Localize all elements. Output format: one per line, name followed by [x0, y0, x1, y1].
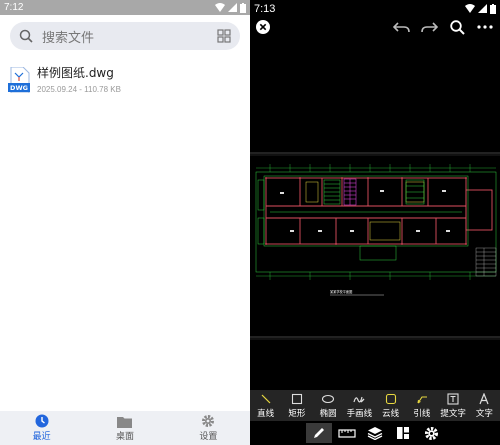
pen-button[interactable]	[306, 423, 332, 443]
nav-settings[interactable]: 设置	[167, 411, 250, 445]
file-browser-pane: 7:12 搜索文件 DWG 样例图纸.dwg 2025.09.24 - 110.…	[0, 0, 250, 445]
tool-extract-text-label: 提文字	[440, 408, 466, 419]
file-meta: 2025.09.24 - 110.78 KB	[37, 85, 121, 94]
tool-line-label: 直线	[257, 408, 275, 419]
annotation-toolbar: 直线 矩形 椭圆 手画线 云线 引线 提文字 文字	[250, 390, 500, 421]
redo-button[interactable]	[419, 17, 439, 37]
text-icon	[479, 392, 489, 404]
redo-icon	[421, 22, 438, 33]
tool-text[interactable]: 文字	[469, 390, 500, 421]
search-icon	[18, 28, 34, 44]
search-bar[interactable]: 搜索文件	[10, 22, 240, 50]
tool-freehand[interactable]: 手画线	[344, 390, 375, 421]
status-time-right: 7:13	[254, 2, 276, 15]
layers-icon	[367, 427, 383, 440]
tool-line[interactable]: 直线	[250, 390, 281, 421]
nav-desktop-label: 桌面	[115, 431, 134, 442]
tool-ellipse-label: 椭圆	[319, 408, 337, 419]
svg-text:DWG: DWG	[10, 84, 28, 92]
leader-icon	[417, 395, 427, 403]
search-icon	[449, 19, 465, 35]
gear-icon	[202, 415, 215, 427]
tool-leader[interactable]: 引线	[406, 390, 437, 421]
cad-drawing-canvas[interactable]: 某某学校平面图	[250, 40, 500, 390]
search-placeholder: 搜索文件	[42, 30, 95, 46]
battery-icon	[490, 3, 496, 14]
measure-button[interactable]	[334, 423, 360, 443]
grid-view-icon[interactable]	[216, 28, 232, 44]
ruler-icon	[338, 429, 356, 438]
signal-icon	[478, 4, 487, 13]
tool-leader-label: 引线	[413, 408, 431, 419]
close-button[interactable]	[253, 17, 273, 37]
line-icon	[261, 394, 271, 403]
layout-button[interactable]	[390, 423, 416, 443]
tool-ellipse[interactable]: 椭圆	[313, 390, 344, 421]
tool-extract-text[interactable]: 提文字	[438, 390, 469, 421]
wifi-icon	[215, 3, 225, 12]
split-screen: 7:12 搜索文件 DWG 样例图纸.dwg 2025.09.24 - 110.…	[0, 0, 500, 445]
bottom-navigation: 最近 桌面 设置	[0, 411, 250, 445]
signal-icon	[228, 3, 237, 12]
gear-icon	[424, 426, 438, 440]
tool-freehand-label: 手画线	[346, 408, 373, 419]
folder-icon	[117, 416, 133, 428]
viewer-bottom-bar	[250, 421, 500, 445]
status-bar: 7:12	[0, 0, 250, 15]
nav-settings-label: 设置	[199, 432, 218, 442]
tool-rectangle-label: 矩形	[288, 408, 306, 419]
close-icon	[256, 20, 270, 34]
drawing-title: 某某学校平面图	[330, 289, 352, 294]
status-icons	[215, 2, 246, 13]
nav-recent[interactable]: 最近	[0, 411, 83, 445]
battery-icon	[240, 2, 246, 13]
status-icons-right	[465, 3, 496, 14]
tool-cloud[interactable]: 云线	[375, 390, 406, 421]
layout-icon	[397, 427, 409, 439]
clock-icon	[35, 414, 49, 428]
rectangle-icon	[291, 393, 302, 404]
tool-rectangle[interactable]: 矩形	[281, 390, 312, 421]
settings-button[interactable]	[418, 423, 444, 443]
ellipse-icon	[322, 394, 335, 403]
extract-text-icon	[447, 392, 459, 405]
nav-recent-label: 最近	[32, 432, 51, 442]
cad-viewer-pane: 7:13 某某学校平面图 直线 矩形 椭圆 手画线 云线 引线 提文字 文字	[250, 0, 500, 445]
wifi-icon	[465, 4, 475, 13]
pen-icon	[314, 428, 324, 438]
file-list-item[interactable]: DWG 样例图纸.dwg 2025.09.24 - 110.78 KB	[0, 64, 250, 94]
cloud-icon	[385, 393, 396, 404]
undo-icon	[393, 22, 410, 33]
dwg-file-icon: DWG	[8, 67, 30, 93]
status-time: 7:12	[4, 2, 24, 13]
viewer-toolbar	[250, 14, 500, 40]
nav-desktop[interactable]: 桌面	[83, 411, 166, 445]
more-icon	[477, 25, 493, 29]
search-button[interactable]	[447, 17, 467, 37]
freehand-icon	[353, 396, 365, 403]
layers-button[interactable]	[362, 423, 388, 443]
tool-text-label: 文字	[475, 408, 493, 419]
file-name: 样例图纸.dwg	[37, 66, 114, 80]
more-button[interactable]	[475, 17, 495, 37]
undo-button[interactable]	[392, 17, 412, 37]
tool-cloud-label: 云线	[382, 408, 400, 419]
